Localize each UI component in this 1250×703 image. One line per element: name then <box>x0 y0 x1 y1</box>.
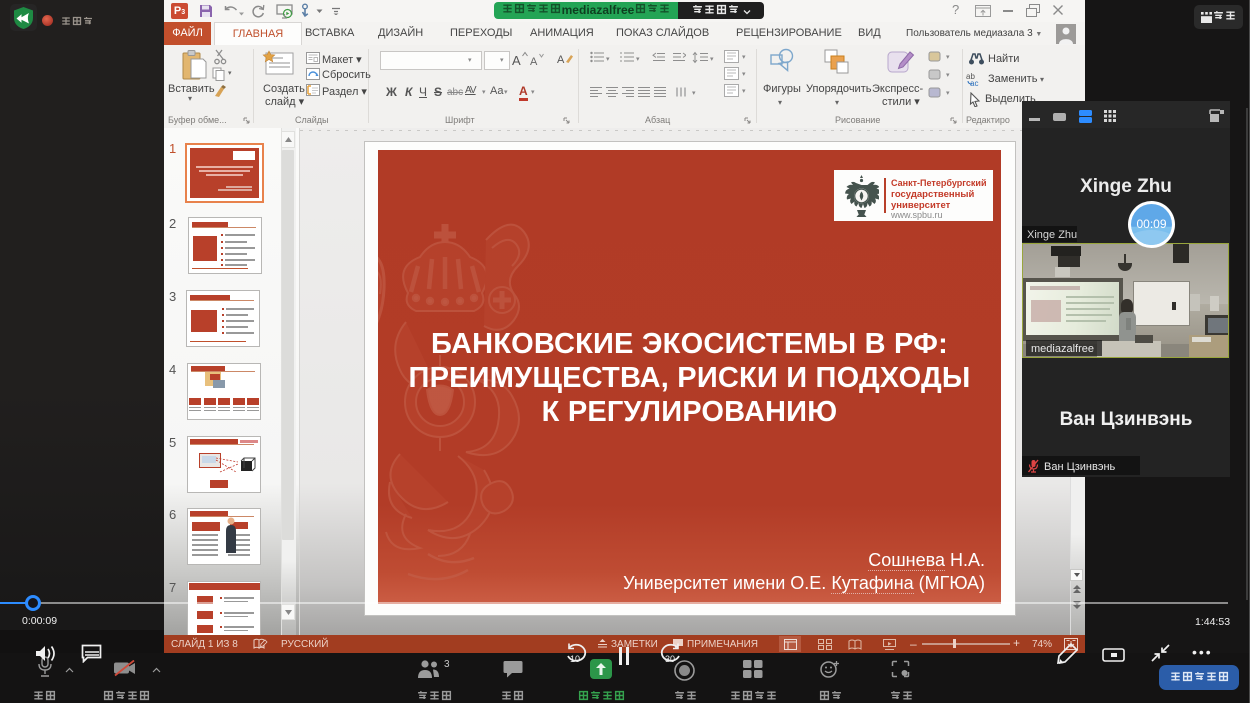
svg-text:А: А <box>530 56 538 66</box>
svg-text:ac: ac <box>970 79 978 87</box>
svg-text:10: 10 <box>570 654 580 664</box>
svg-text:30: 30 <box>665 654 675 664</box>
svg-text:А: А <box>557 54 565 66</box>
svg-text:А: А <box>512 53 521 66</box>
